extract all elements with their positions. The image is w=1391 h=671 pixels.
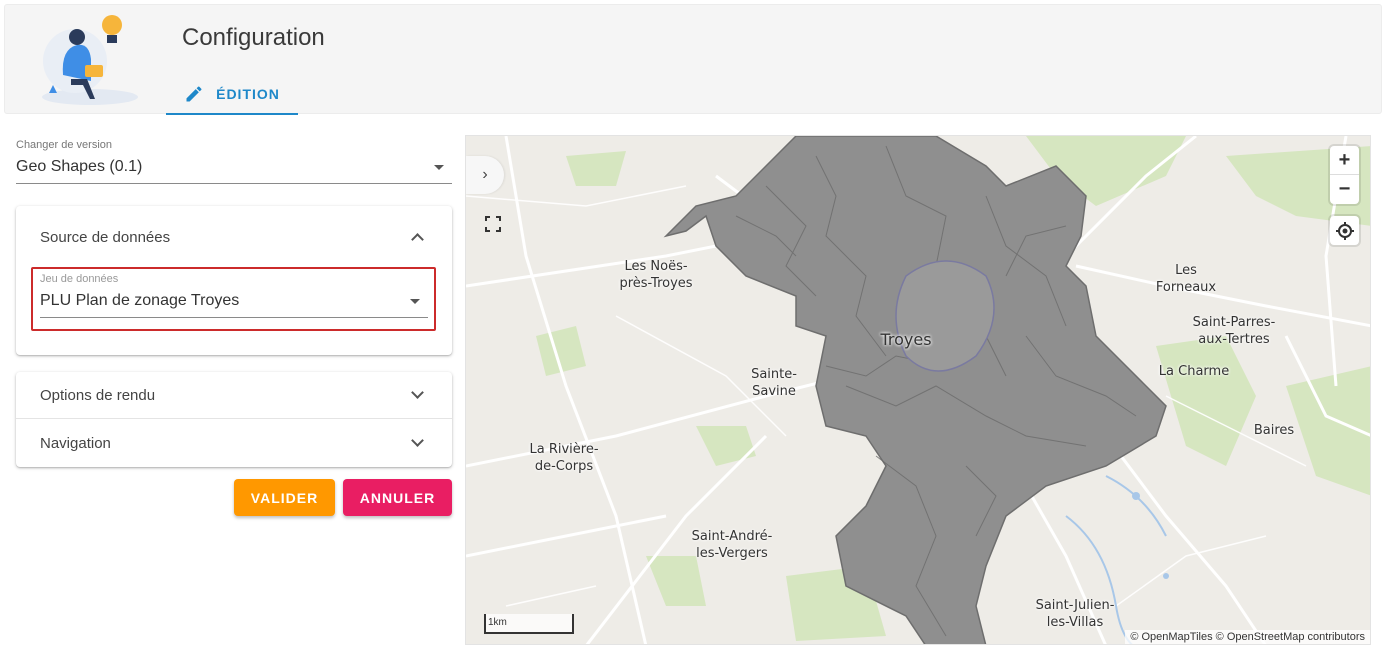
dropdown-arrow-icon bbox=[434, 165, 444, 170]
version-select-label: Changer de version bbox=[16, 139, 113, 151]
place-label-troyes: Troyes bbox=[880, 330, 932, 349]
place-label-les-noes: Les Noës- près-Troyes bbox=[619, 259, 693, 291]
geolocate-control bbox=[1330, 216, 1359, 245]
place-label-saint-julien-les-villas: Saint-Julien- les-Villas bbox=[1035, 598, 1115, 630]
page-title: Configuration bbox=[182, 24, 325, 51]
accordion-navigation-label: Navigation bbox=[40, 435, 111, 452]
map-attribution: © OpenMapTiles © OpenStreetMap contribut… bbox=[1125, 630, 1370, 644]
zoom-out-button[interactable]: − bbox=[1330, 175, 1359, 204]
dropdown-arrow-icon bbox=[410, 299, 420, 304]
chevron-up-icon[interactable] bbox=[411, 233, 424, 246]
place-label-baires: Baires bbox=[1253, 423, 1295, 438]
map[interactable]: › + − Les Noës- près-Troyes Troyes Saint… bbox=[465, 135, 1371, 645]
place-label-la-riviere-de-corps: La Rivière- de-Corps bbox=[529, 442, 599, 474]
tab-edition-label: ÉDITION bbox=[216, 86, 280, 102]
zoom-in-button[interactable]: + bbox=[1330, 146, 1359, 175]
place-label-saint-andre-les-vergers: Saint-André- les-Vergers bbox=[691, 529, 773, 561]
toggle-side-panel-button[interactable]: › bbox=[466, 156, 504, 194]
validate-button[interactable]: VALIDER bbox=[234, 479, 335, 516]
dataset-select-value: PLU Plan de zonage Troyes bbox=[40, 292, 240, 309]
geolocate-button[interactable] bbox=[1330, 216, 1359, 245]
version-select[interactable]: Changer de version Geo Shapes (0.1) bbox=[16, 138, 452, 184]
zoom-controls: + − bbox=[1330, 146, 1359, 204]
chevron-down-icon bbox=[411, 434, 424, 447]
dataset-select-label: Jeu de données bbox=[40, 273, 119, 285]
chevron-down-icon bbox=[411, 386, 424, 399]
crosshair-icon bbox=[1335, 221, 1354, 240]
tab-edition[interactable]: ÉDITION bbox=[166, 75, 298, 115]
accordion-render-options-label: Options de rendu bbox=[40, 387, 156, 404]
place-label-sainte-savine: Sainte- Savine bbox=[751, 367, 797, 399]
cancel-button[interactable]: ANNULER bbox=[343, 479, 452, 516]
header: Configuration ÉDITION bbox=[4, 4, 1382, 115]
source-panel-title[interactable]: Source de données bbox=[40, 229, 170, 246]
place-label-la-charme: La Charme bbox=[1158, 364, 1230, 379]
fullscreen-icon[interactable] bbox=[485, 216, 501, 232]
version-select-value: Geo Shapes (0.1) bbox=[16, 158, 143, 175]
accordion-navigation[interactable]: Navigation bbox=[16, 420, 452, 467]
pencil-icon bbox=[186, 86, 202, 102]
map-basemap bbox=[466, 136, 1370, 644]
place-label-saint-parres-aux-tertres: Saint-Parres- aux-Tertres bbox=[1192, 315, 1276, 347]
accordion-render-options[interactable]: Options de rendu bbox=[16, 372, 452, 419]
accordion-panel: Options de rendu Navigation bbox=[16, 372, 452, 467]
place-label-les-forneaux: Les Forneaux bbox=[1155, 263, 1217, 295]
header-illustration bbox=[42, 15, 138, 105]
dataset-select[interactable]: Jeu de données PLU Plan de zonage Troyes bbox=[40, 272, 428, 318]
map-scale-bar: 1km bbox=[484, 614, 574, 634]
